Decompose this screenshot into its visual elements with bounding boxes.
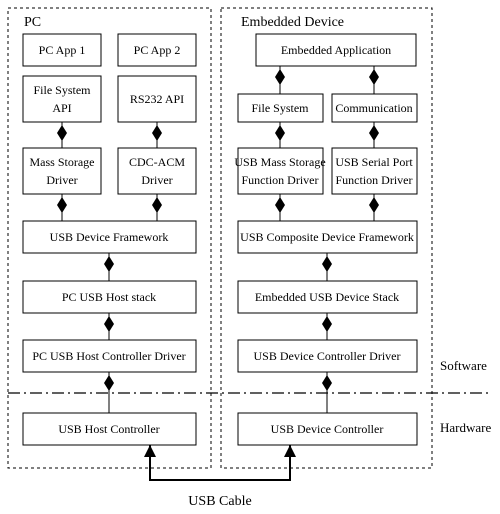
diamond-icon <box>322 256 332 272</box>
file-system-api-l1: File System <box>33 83 91 97</box>
usb-serial-fn-l1: USB Serial Port <box>335 155 413 169</box>
usb-device-controller-label: USB Device Controller <box>271 422 384 436</box>
usb-device-framework-label: USB Device Framework <box>50 230 169 244</box>
mass-storage-l2: Driver <box>46 173 77 187</box>
diamond-icon <box>275 125 285 141</box>
cdc-acm-l1: CDC-ACM <box>129 155 185 169</box>
diamond-icon <box>57 125 67 141</box>
usb-architecture-diagram: PC PC App 1 PC App 2 File System API RS2… <box>0 0 500 514</box>
diamond-icon <box>369 125 379 141</box>
usb-cable-arrow <box>144 445 296 480</box>
usb-serial-fn-l2: Function Driver <box>336 173 413 187</box>
diamond-icon <box>104 316 114 332</box>
communication-label: Communication <box>335 101 412 115</box>
diamond-icon <box>275 69 285 85</box>
pc-app2-label: PC App 2 <box>134 43 181 57</box>
pc-app1-label: PC App 1 <box>39 43 86 57</box>
file-system-api-l2: API <box>52 101 71 115</box>
usb-composite-fw-label: USB Composite Device Framework <box>240 230 414 244</box>
pc-title: PC <box>24 15 41 30</box>
diamond-icon <box>275 197 285 213</box>
diamond-icon <box>57 197 67 213</box>
diamond-icon <box>369 197 379 213</box>
hardware-label: Hardware <box>440 420 491 435</box>
diamond-icon <box>322 375 332 391</box>
diamond-icon <box>152 125 162 141</box>
usb-dev-ctrl-driver-label: USB Device Controller Driver <box>254 349 401 363</box>
software-label: Software <box>440 358 487 373</box>
diamond-icon <box>104 256 114 272</box>
diamond-icon <box>104 375 114 391</box>
rs232-api-label: RS232 API <box>130 92 184 106</box>
cdc-acm-l2: Driver <box>141 173 172 187</box>
embedded-usb-stack-label: Embedded USB Device Stack <box>255 290 399 304</box>
file-system-label: File System <box>251 101 309 115</box>
diamond-icon <box>369 69 379 85</box>
pc-usb-host-stack-label: PC USB Host stack <box>62 290 156 304</box>
embedded-app-label: Embedded Application <box>281 43 391 57</box>
diamond-icon <box>152 197 162 213</box>
embedded-title: Embedded Device <box>241 15 344 30</box>
usb-cable-label: USB Cable <box>188 494 251 509</box>
mass-storage-l1: Mass Storage <box>30 155 95 169</box>
pc-usb-host-ctrl-driver-label: PC USB Host Controller Driver <box>32 349 185 363</box>
usb-host-controller-label: USB Host Controller <box>58 422 159 436</box>
usb-ms-fn-l2: Function Driver <box>242 173 319 187</box>
diamond-icon <box>322 316 332 332</box>
usb-ms-fn-l1: USB Mass Storage <box>234 155 325 169</box>
